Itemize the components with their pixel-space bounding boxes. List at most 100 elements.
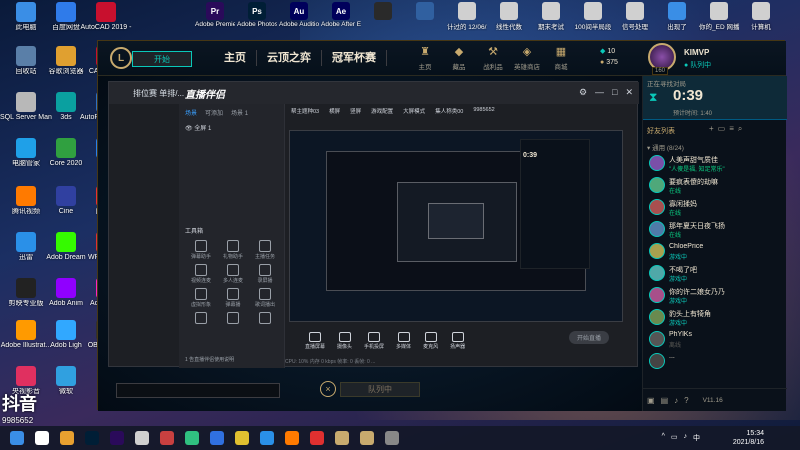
taskbar-app-icon[interactable] [185,431,199,445]
desktop-shortcut[interactable]: 你的_ED 网播 [699,2,739,31]
desktop-shortcut[interactable]: 信号处理 [615,2,655,31]
desktop-shortcut[interactable]: AutoCAD 2019 - [80,2,132,44]
desktop-shortcut[interactable]: 100间半局段 [573,2,613,31]
ime-indicator[interactable]: 中 [693,433,700,443]
help-icon[interactable]: ? [684,396,688,405]
desktop-shortcut[interactable]: PsAdobe Photosh... [237,2,277,28]
preview-toolbar-item[interactable]: 横屏 [329,107,340,115]
taskbar-app-icon[interactable] [385,431,399,445]
source-control[interactable]: 多媒体 [396,332,411,350]
chat-icon[interactable]: ▣ [647,396,655,405]
taskbar-app-icon[interactable] [160,431,174,445]
taskbar-app-icon[interactable] [60,431,74,445]
taskbar-app-icon[interactable] [310,431,324,445]
clock[interactable]: 15:34 2021/8/16 [733,429,764,447]
desktop-shortcut[interactable]: 计算机 [741,2,781,31]
desktop-shortcut[interactable]: AeAdobe After Effects 2020 [321,2,361,28]
toolbox-item[interactable]: 录屏播 [249,264,281,284]
add-friend-icon[interactable]: + [709,124,714,134]
taskbar-app-icon[interactable] [260,431,274,445]
tab-scene-1[interactable]: 场景 1 [231,108,248,117]
play-button[interactable]: 开始 [132,51,192,67]
taskbar-app-icon[interactable] [85,431,99,445]
nav-icon-collection[interactable]: ◆ 藏品 [442,45,476,71]
toolbox-item[interactable]: 弹幕助手 [185,240,217,260]
tab-add[interactable]: 可添加 [205,108,223,117]
preview-toolbar-item[interactable]: 9985652 [473,107,494,115]
tab-scenes[interactable]: 场景 [185,108,197,117]
volume-icon[interactable]: ♪ [684,433,688,443]
taskbar-app-icon[interactable] [35,431,49,445]
network-icon[interactable]: ▭ [671,433,678,443]
taskbar-app-icon[interactable] [285,431,299,445]
maximize-icon[interactable]: □ [612,87,617,98]
minimize-icon[interactable]: — [595,87,604,98]
toolbox-item[interactable]: 礼物助手 [217,240,249,260]
taskbar-app-icon[interactable] [360,431,374,445]
friend-row[interactable]: 要疯表傻的劫嘛 在线 [643,174,787,196]
toolbox-item[interactable] [249,312,281,325]
nav-icon-home[interactable]: ♜ 主页 [408,45,442,71]
taskbar-app-icon[interactable] [110,431,124,445]
cancel-queue-button[interactable]: × [320,381,336,397]
desktop-shortcut[interactable] [363,2,403,21]
toolbox-item[interactable]: 歌词播出 [249,288,281,308]
lobby-chat-input[interactable] [116,383,280,398]
preview-toolbar-item[interactable]: 帮主题种03 [291,107,319,115]
toolbox-item[interactable]: 虚拟形象 [185,288,217,308]
friend-row[interactable]: ... [643,350,787,372]
desktop-shortcut[interactable]: 出现了 [657,2,697,31]
search-icon[interactable]: ⌕ [738,124,742,134]
toolbox-item[interactable]: 主播任务 [249,240,281,260]
source-control[interactable]: 麦克风 [423,332,438,350]
friend-row[interactable]: PhYlKs 离线 [643,328,787,350]
desktop-shortcut[interactable]: PrAdobe Premie... [195,2,235,28]
list-icon[interactable]: ≡ [729,124,734,134]
mic-icon[interactable]: ♪ [674,396,678,405]
source-control[interactable]: 扬声器 [450,332,465,350]
desktop-shortcut[interactable]: 期末考试 [531,2,571,31]
mission-icon[interactable]: ▤ [661,396,669,405]
nav-clash[interactable]: 冠军杯赛 [322,50,387,66]
scene-item[interactable]: 👁 全屏 1 [179,121,284,134]
friend-row[interactable]: 寡闲揉妈 在线 [643,196,787,218]
friend-row[interactable]: 豹头上有犄角 游戏中 [643,306,787,328]
start-icon[interactable] [10,431,24,445]
nav-icon-store[interactable]: ▦ 商城 [544,45,578,71]
taskbar-app-icon[interactable] [135,431,149,445]
source-control[interactable]: 手机投屏 [364,332,384,350]
toolbox-item[interactable]: 视频连麦 [185,264,217,284]
friend-row[interactable]: 人美声甜气质佳 "人傻是福, 知足常乐" [643,152,787,174]
nav-icon-loot[interactable]: ⚒ 战利品 [476,45,510,71]
toolbox-item[interactable] [217,312,249,325]
preview-toolbar-item[interactable]: 游戏配置 [371,107,393,115]
nav-tft[interactable]: 云顶之弈 [257,50,322,66]
friend-group-header[interactable]: ▾ 通用 (8/24) [647,142,684,152]
nav-icon-champ-store[interactable]: ◈ 英雄商店 [510,45,544,71]
source-control[interactable]: 直播屏幕 [305,332,325,350]
close-icon[interactable]: ✕ [625,87,633,98]
toolbox-item[interactable] [185,312,217,325]
desktop-shortcut[interactable] [405,2,445,21]
friend-row[interactable]: 不喝了吧 游戏中 [643,262,787,284]
source-control[interactable]: 摄像头 [337,332,352,350]
settings-icon[interactable]: ⚙ [579,87,587,98]
folder-icon[interactable]: ▭ [718,124,726,134]
desktop-shortcut[interactable]: 计过的 12/06/11 [447,2,487,31]
desktop-shortcut[interactable]: 线性代数 [489,2,529,31]
toolbox-item[interactable]: 弹幕播 [217,288,249,308]
friend-row[interactable]: 那年夏天日夜飞扬 在线 [643,218,787,240]
toolbox-item[interactable]: 多人连麦 [217,264,249,284]
desktop-shortcut[interactable]: AuAdobe Audition... [279,2,319,28]
preview-toolbar-item[interactable]: 集人称类00 [435,107,463,115]
preview-toolbar-item[interactable]: 竖屏 [350,107,361,115]
taskbar-app-icon[interactable] [335,431,349,445]
profile-summary[interactable]: 160 KIMVP ● 队列中 [644,42,786,75]
in-queue-button[interactable]: 队列中 [340,381,420,397]
taskbar-app-icon[interactable] [235,431,249,445]
taskbar-app-icon[interactable] [210,431,224,445]
friend-row[interactable]: ChloePrice 游戏中 [643,240,787,262]
preview-toolbar-item[interactable]: 大屏模式 [403,107,425,115]
friend-row[interactable]: 你的许二娘女乃乃 游戏中 [643,284,787,306]
chevron-up-icon[interactable]: ^ [662,433,665,443]
